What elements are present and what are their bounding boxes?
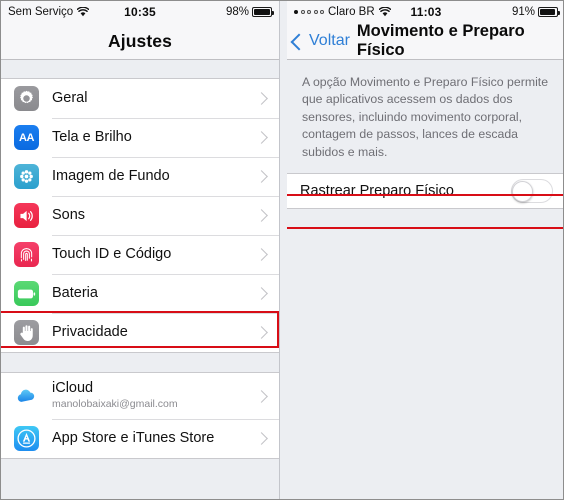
left-phone-panel: Sem Serviço 10:35 98% Ajustes Geral AA Tel… (1, 1, 280, 499)
fingerprint-icon (14, 242, 39, 267)
page-title: Movimento e Preparo Físico (356, 22, 525, 59)
battery-percent-label: 98% (225, 6, 249, 18)
chevron-left-icon (290, 33, 308, 50)
settings-row-tela-e-brilho[interactable]: AA Tela e Brilho (1, 118, 279, 157)
settings-row-label: iCloud manolobaixaki@gmail.com (52, 380, 257, 411)
left-list-mid-gap (1, 353, 279, 372)
speaker-icon (14, 203, 39, 228)
battery-icon (14, 281, 39, 306)
settings-row-touch-id-e-codigo[interactable]: Touch ID e Código (1, 235, 279, 274)
toggle-label: Rastrear Preparo Físico (300, 183, 454, 200)
chevron-right-icon (255, 432, 268, 445)
settings-row-sublabel: manolobaixaki@gmail.com (52, 398, 178, 411)
right-status-battery-group: 91% (511, 6, 560, 18)
left-list-top-gap (1, 60, 279, 78)
settings-row-sons[interactable]: Sons (1, 196, 279, 235)
settings-row-bateria[interactable]: Bateria (1, 274, 279, 313)
description-text: A opção Movimento e Preparo Físico permi… (287, 60, 563, 174)
back-button-label: Voltar (309, 32, 350, 49)
page-title: Ajustes (108, 30, 172, 51)
battery-icon (252, 7, 274, 17)
rastrear-preparo-fisico-switch[interactable] (511, 179, 553, 204)
settings-row-privacidade[interactable]: Privacidade (1, 313, 279, 352)
chevron-right-icon (255, 170, 268, 183)
chevron-right-icon (255, 209, 268, 222)
settings-row-label: Tela e Brilho (52, 128, 132, 145)
settings-row-label: Sons (52, 206, 86, 223)
settings-row-geral[interactable]: Geral (1, 79, 279, 118)
settings-row-label: Privacidade (52, 323, 128, 340)
settings-row-label: Bateria (52, 284, 98, 301)
settings-row-label: Imagem de Fundo (52, 167, 170, 184)
icloud-cloud-icon (14, 383, 39, 409)
switch-knob (512, 180, 534, 202)
left-status-battery-group: 98% (225, 6, 274, 18)
right-phone-panel: Claro BR 11:03 91% Voltar Movimento e Pr… (287, 1, 563, 499)
hand-privacy-icon (14, 320, 39, 345)
app-store-icon (14, 426, 39, 451)
settings-row-imagem-de-fundo[interactable]: Imagem de Fundo (1, 157, 279, 196)
chevron-right-icon (255, 248, 268, 261)
right-nav-bar: Voltar Movimento e Preparo Físico (287, 22, 563, 60)
chevron-right-icon (255, 326, 268, 339)
settings-row-label: Touch ID e Código (52, 245, 172, 262)
battery-percent-label: 91% (511, 6, 535, 18)
chevron-right-icon (255, 92, 268, 105)
settings-row-app-store-e-itunes-store[interactable]: App Store e iTunes Store (1, 419, 279, 458)
settings-group-accounts: iCloud manolobaixaki@gmail.com App Store e… (1, 372, 279, 459)
chevron-right-icon (255, 287, 268, 300)
left-nav-bar: Ajustes (1, 23, 279, 60)
settings-row-icloud[interactable]: iCloud manolobaixaki@gmail.com (1, 373, 279, 419)
gear-icon (14, 86, 39, 111)
chevron-right-icon (255, 389, 268, 403)
chevron-right-icon (255, 131, 268, 144)
right-status-bar: Claro BR 11:03 91% (287, 1, 563, 23)
settings-row-label: App Store e iTunes Store (52, 429, 215, 446)
display-text-size-icon: AA (14, 125, 39, 150)
screenshot-root: Sem Serviço 10:35 98% Ajustes Geral AA Tel… (0, 0, 564, 500)
settings-group-primary: Geral AA Tela e Brilho Imagem de Fundo Sons T… (1, 78, 279, 353)
back-button[interactable]: Voltar (287, 32, 357, 50)
wallpaper-flower-icon (14, 164, 39, 189)
rastrear-preparo-fisico-row[interactable]: Rastrear Preparo Físico (287, 173, 563, 210)
battery-icon (538, 7, 560, 17)
settings-row-label: Geral (52, 89, 88, 106)
left-status-bar: Sem Serviço 10:35 98% (1, 1, 279, 23)
